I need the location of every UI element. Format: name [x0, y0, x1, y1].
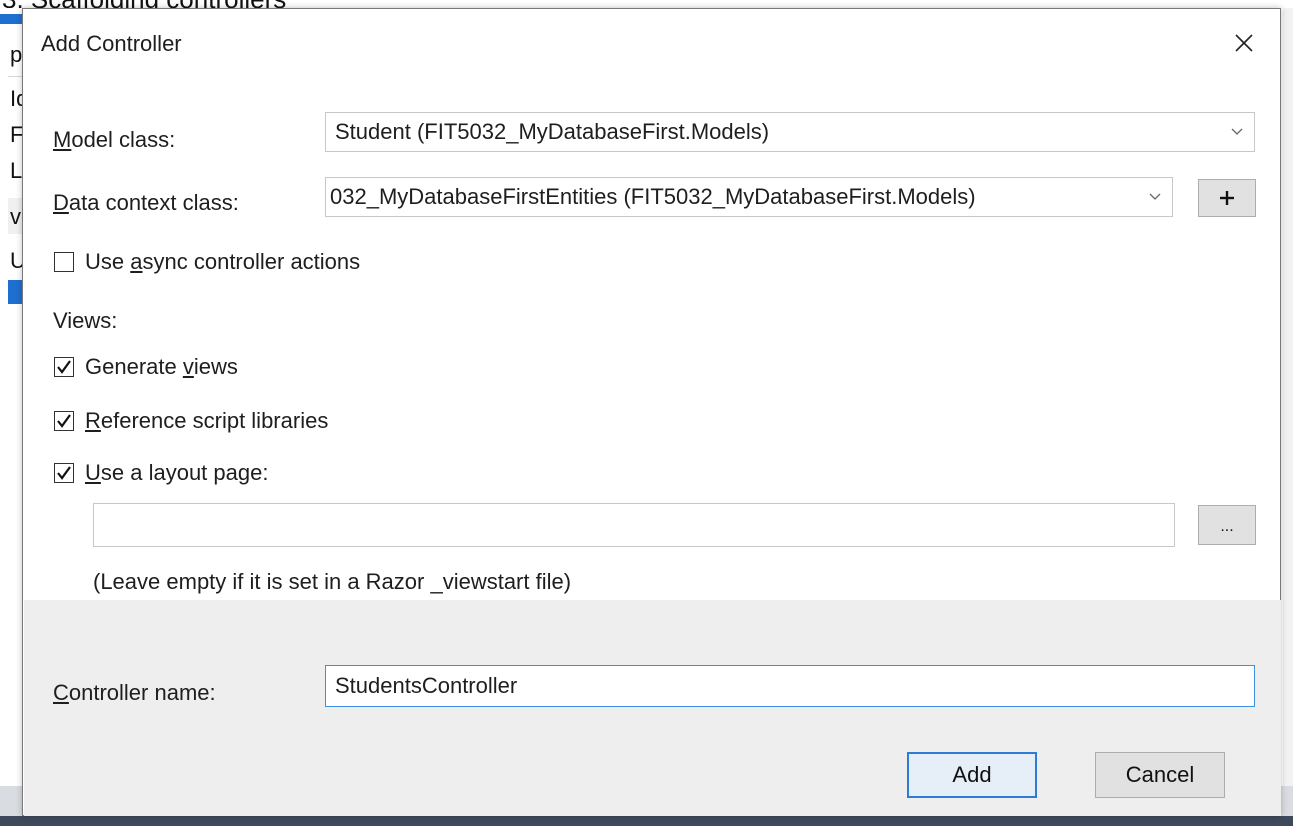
- async-actions-checkbox[interactable]: [54, 252, 74, 272]
- layout-page-input[interactable]: [93, 503, 1175, 547]
- background-accent-bar: [0, 14, 22, 24]
- async-actions-option[interactable]: Use async controller actions: [54, 248, 360, 276]
- controller-name-input[interactable]: StudentsController: [325, 665, 1255, 707]
- cancel-button-label: Cancel: [1125, 762, 1195, 787]
- browse-button-label: ...: [1220, 518, 1234, 535]
- cancel-button[interactable]: Cancel: [1095, 752, 1225, 798]
- background-right-edge: [1283, 8, 1293, 786]
- add-data-context-button[interactable]: [1198, 179, 1256, 217]
- generate-views-checkbox[interactable]: [54, 357, 74, 377]
- background-divider: [8, 76, 22, 77]
- async-actions-label: Use async controller actions: [85, 249, 361, 274]
- data-context-class-label: Data context class:: [53, 190, 239, 215]
- background-taskbar: [0, 816, 1293, 826]
- plus-icon: [1220, 191, 1234, 205]
- layout-page-hint: (Leave empty if it is set in a Razor _vi…: [93, 569, 572, 594]
- chevron-down-icon: [1138, 178, 1172, 216]
- model-class-value: Student (FIT5032_MyDatabaseFirst.Models): [335, 119, 770, 144]
- background-item: p: [10, 42, 22, 67]
- checkmark-icon: [57, 360, 71, 374]
- model-class-dropdown[interactable]: Student (FIT5032_MyDatabaseFirst.Models): [325, 112, 1255, 152]
- checkmark-icon: [57, 466, 71, 480]
- checkmark-icon: [57, 414, 71, 428]
- generate-views-label: Generate views: [85, 354, 238, 379]
- reference-scripts-label: Reference script libraries: [85, 408, 329, 433]
- background-item: vi: [10, 204, 22, 229]
- add-button-label: Add: [952, 762, 992, 787]
- background-item: La: [10, 158, 22, 183]
- layout-page-label: Use a layout page:: [85, 460, 269, 485]
- dialog-title: Add Controller: [41, 31, 182, 56]
- controller-name-value: StudentsController: [335, 673, 518, 698]
- generate-views-option[interactable]: Generate views: [54, 353, 238, 381]
- add-controller-dialog: Add Controller Model class: Student (FIT…: [22, 8, 1281, 816]
- close-icon: [1235, 34, 1253, 52]
- reference-scripts-option[interactable]: Reference script libraries: [54, 407, 328, 435]
- layout-page-option[interactable]: Use a layout page:: [54, 459, 268, 487]
- views-heading: Views:: [53, 308, 118, 333]
- background-item: Fi: [10, 122, 22, 147]
- add-button[interactable]: Add: [907, 752, 1037, 798]
- background-item: Id: [10, 86, 22, 111]
- controller-name-label: Controller name:: [53, 680, 216, 705]
- model-class-label: Model class:: [53, 127, 176, 152]
- close-button[interactable]: [1224, 23, 1264, 63]
- chevron-down-icon: [1220, 113, 1254, 151]
- reference-scripts-checkbox[interactable]: [54, 411, 74, 431]
- data-context-class-value: 032_MyDatabaseFirstEntities (FIT5032_MyD…: [330, 184, 976, 209]
- layout-page-checkbox[interactable]: [54, 463, 74, 483]
- data-context-class-dropdown[interactable]: 032_MyDatabaseFirstEntities (FIT5032_MyD…: [325, 177, 1173, 217]
- browse-layout-button[interactable]: ...: [1198, 505, 1256, 545]
- dialog-footer: [24, 600, 1281, 816]
- background-item: U: [10, 248, 22, 273]
